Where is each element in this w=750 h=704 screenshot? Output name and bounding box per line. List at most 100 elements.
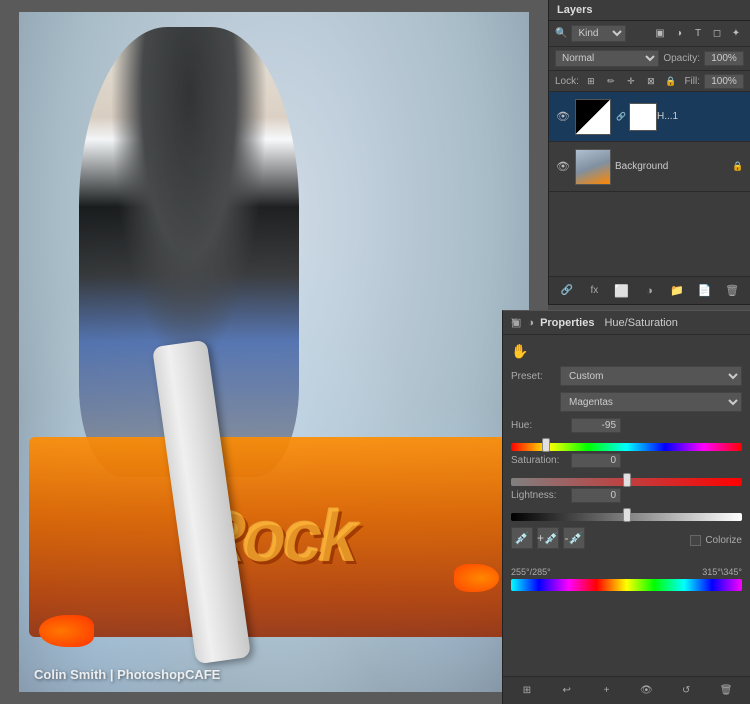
canvas-image: Rock Colin Smith | PhotoshopCAFE bbox=[19, 12, 529, 692]
lightness-slider-container[interactable] bbox=[511, 509, 742, 521]
lock-transparent-icon[interactable]: ⊞ bbox=[583, 73, 599, 89]
hue-slider-thumb[interactable] bbox=[542, 438, 550, 452]
hand-tool-row: ✋ bbox=[511, 343, 742, 360]
spectrum-bar-container[interactable] bbox=[511, 579, 742, 599]
lock-position-icon[interactable]: ✛ bbox=[623, 73, 639, 89]
layer-name-1: H...1 bbox=[657, 111, 744, 122]
saturation-input[interactable] bbox=[571, 453, 621, 468]
properties-icon-2: ◑ bbox=[527, 317, 534, 329]
properties-subtitle: Hue/Saturation bbox=[604, 317, 677, 329]
hand-tool-icon[interactable]: ✋ bbox=[511, 343, 528, 360]
canvas-area: Rock Colin Smith | PhotoshopCAFE bbox=[0, 0, 548, 704]
visibility-toggle-icon[interactable]: 👁 bbox=[636, 681, 656, 701]
preset-row: Preset: Custom bbox=[511, 366, 742, 386]
pixel-filter-icon[interactable]: ▣ bbox=[652, 26, 668, 42]
blend-mode-row: Normal Opacity: bbox=[549, 47, 750, 71]
colorize-checkbox[interactable] bbox=[690, 535, 701, 546]
shape-filter-icon[interactable]: ◻ bbox=[709, 26, 725, 42]
hue-slider-container[interactable] bbox=[511, 439, 742, 451]
watermark-text: Colin Smith | PhotoshopCAFE bbox=[34, 667, 220, 682]
layer-item-background[interactable]: 👁 Background 🔒 bbox=[549, 142, 750, 192]
saturation-slider-thumb[interactable] bbox=[623, 473, 631, 487]
layer-thumb-container-1 bbox=[575, 99, 611, 135]
layers-footer: 🔗 fx ⬜ ◑ 📁 📄 🗑 bbox=[549, 276, 750, 304]
layers-filter-row: 🔍 Kind ▣ ◑ T ◻ ✦ bbox=[549, 21, 750, 47]
new-group-icon[interactable]: 📁 bbox=[667, 281, 687, 301]
properties-close-button[interactable]: ✕ bbox=[509, 316, 519, 326]
properties-content: ✋ Preset: Custom Magentas Hue: Saturatio… bbox=[503, 335, 750, 563]
hue-row: Hue: bbox=[511, 418, 742, 433]
hue-label: Hue: bbox=[511, 420, 571, 431]
delete-layer-icon[interactable]: 🗑 bbox=[722, 281, 742, 301]
eyedropper-tools-row: 💉 +💉 -💉 bbox=[511, 527, 585, 549]
text-filter-icon[interactable]: T bbox=[690, 26, 706, 42]
layer-visibility-toggle-1[interactable]: 👁 bbox=[555, 109, 571, 125]
eyedropper-add-button[interactable]: +💉 bbox=[537, 527, 559, 549]
new-layer-icon[interactable]: 📄 bbox=[695, 281, 715, 301]
spectrum-left-label: 255°/285° bbox=[511, 567, 551, 577]
smart-filter-icon[interactable]: ✦ bbox=[728, 26, 744, 42]
lock-all-icon[interactable]: 🔒 bbox=[663, 73, 679, 89]
prev-frame-icon[interactable]: ↩ bbox=[557, 681, 577, 701]
saturation-row: Saturation: bbox=[511, 453, 742, 468]
properties-title: Properties bbox=[540, 317, 594, 329]
goldfish-1 bbox=[39, 615, 94, 647]
goldfish-2 bbox=[454, 564, 499, 592]
new-adjustment-icon[interactable]: ◑ bbox=[639, 281, 659, 301]
saturation-label: Saturation: bbox=[511, 455, 571, 466]
lock-label: Lock: bbox=[555, 76, 579, 87]
properties-panel: ✕ ▣ ◑ Properties Hue/Saturation ✋ Preset… bbox=[502, 310, 750, 704]
opacity-input[interactable] bbox=[704, 51, 744, 66]
spectrum-section: 255°/285° 315°\345° bbox=[503, 567, 750, 599]
fill-label: Fill: bbox=[684, 76, 700, 87]
colorize-row: Colorize bbox=[690, 535, 742, 546]
new-snapshot-icon[interactable]: + bbox=[597, 681, 617, 701]
layer-thumb-container-2 bbox=[575, 149, 611, 185]
channel-select[interactable]: Magentas bbox=[560, 392, 742, 412]
layers-filter-icons: ▣ ◑ T ◻ ✦ bbox=[630, 26, 744, 42]
lightness-label: Lightness: bbox=[511, 490, 571, 501]
layer-name-2: Background bbox=[615, 161, 732, 172]
layer-lock-icon-2: 🔒 bbox=[732, 161, 744, 172]
channel-row: Magentas bbox=[511, 392, 742, 412]
rock-text-block: Rock bbox=[29, 437, 519, 637]
layer-mask-thumb-1 bbox=[629, 103, 657, 131]
colorize-label: Colorize bbox=[705, 535, 742, 546]
reset-icon[interactable]: ↺ bbox=[676, 681, 696, 701]
properties-footer: ⊞ ↩ + 👁 ↺ 🗑 bbox=[503, 676, 750, 704]
spectrum-range-labels: 255°/285° 315°\345° bbox=[511, 567, 742, 577]
first-frame-icon[interactable]: ⊞ bbox=[517, 681, 537, 701]
lock-fill-row: Lock: ⊞ ✏ ✛ ⊠ 🔒 Fill: bbox=[549, 71, 750, 92]
preset-select[interactable]: Custom bbox=[560, 366, 742, 386]
eyedropper-button[interactable]: 💉 bbox=[511, 527, 533, 549]
layers-panel-header: Layers bbox=[549, 0, 750, 21]
spectrum-bar bbox=[511, 579, 742, 591]
layer-link-icon-1[interactable]: 🔗 bbox=[615, 112, 627, 121]
layer-effects-icon[interactable]: fx bbox=[584, 281, 604, 301]
adjustment-filter-icon[interactable]: ◑ bbox=[671, 26, 687, 42]
lock-artboard-icon[interactable]: ⊠ bbox=[643, 73, 659, 89]
spectrum-right-label: 315°\345° bbox=[702, 567, 742, 577]
layer-thumb-1 bbox=[575, 99, 611, 135]
lightness-row: Lightness: bbox=[511, 488, 742, 503]
layer-item-adjustment[interactable]: 👁 🔗 H...1 bbox=[549, 92, 750, 142]
opacity-label: Opacity: bbox=[663, 53, 700, 64]
saturation-slider-container[interactable] bbox=[511, 474, 742, 486]
fill-input[interactable] bbox=[704, 74, 744, 89]
lightness-input[interactable] bbox=[571, 488, 621, 503]
layer-thumb-2 bbox=[575, 149, 611, 185]
delete-adjustment-icon[interactable]: 🗑 bbox=[716, 681, 736, 701]
search-icon: 🔍 bbox=[555, 28, 567, 39]
blend-mode-select[interactable]: Normal bbox=[555, 50, 659, 67]
add-mask-icon[interactable]: ⬜ bbox=[612, 281, 632, 301]
eyedropper-remove-button[interactable]: -💉 bbox=[563, 527, 585, 549]
properties-panel-header: ▣ ◑ Properties Hue/Saturation bbox=[503, 311, 750, 335]
lightness-slider-thumb[interactable] bbox=[623, 508, 631, 522]
lock-icons-group: ⊞ ✏ ✛ ⊠ 🔒 bbox=[583, 73, 681, 89]
link-layers-icon[interactable]: 🔗 bbox=[557, 281, 577, 301]
hue-input[interactable] bbox=[571, 418, 621, 433]
layer-visibility-toggle-2[interactable]: 👁 bbox=[555, 159, 571, 175]
lock-pixels-icon[interactable]: ✏ bbox=[603, 73, 619, 89]
layers-kind-select[interactable]: Kind bbox=[571, 25, 626, 42]
preset-label: Preset: bbox=[511, 371, 556, 382]
